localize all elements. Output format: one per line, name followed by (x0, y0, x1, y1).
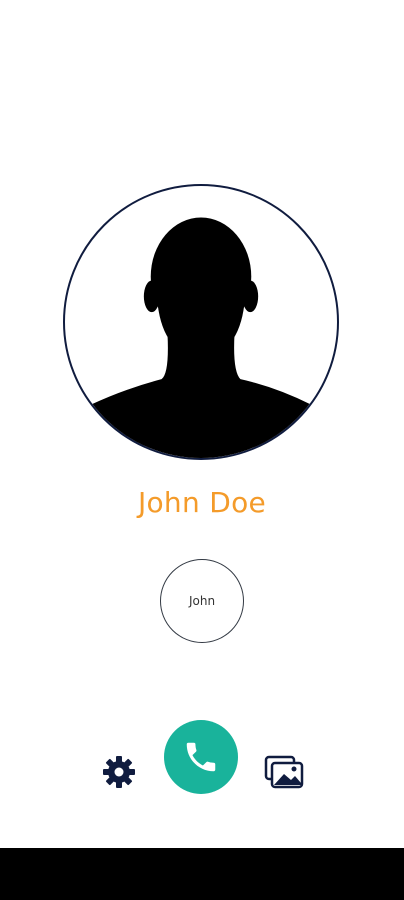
call-screen: John Doe John (0, 0, 404, 848)
contact-name-bubble[interactable]: John (160, 559, 244, 643)
system-navigation-bar (0, 848, 404, 900)
phone-icon (186, 742, 216, 772)
call-button[interactable] (164, 720, 238, 794)
contact-avatar (63, 184, 339, 460)
person-silhouette-icon (84, 217, 318, 458)
contact-name: John Doe (137, 486, 267, 519)
gallery-icon (264, 755, 304, 789)
contact-short-name: John (188, 594, 216, 608)
gear-icon (103, 756, 135, 788)
settings-button[interactable] (98, 751, 140, 793)
gallery-button[interactable] (262, 751, 306, 793)
